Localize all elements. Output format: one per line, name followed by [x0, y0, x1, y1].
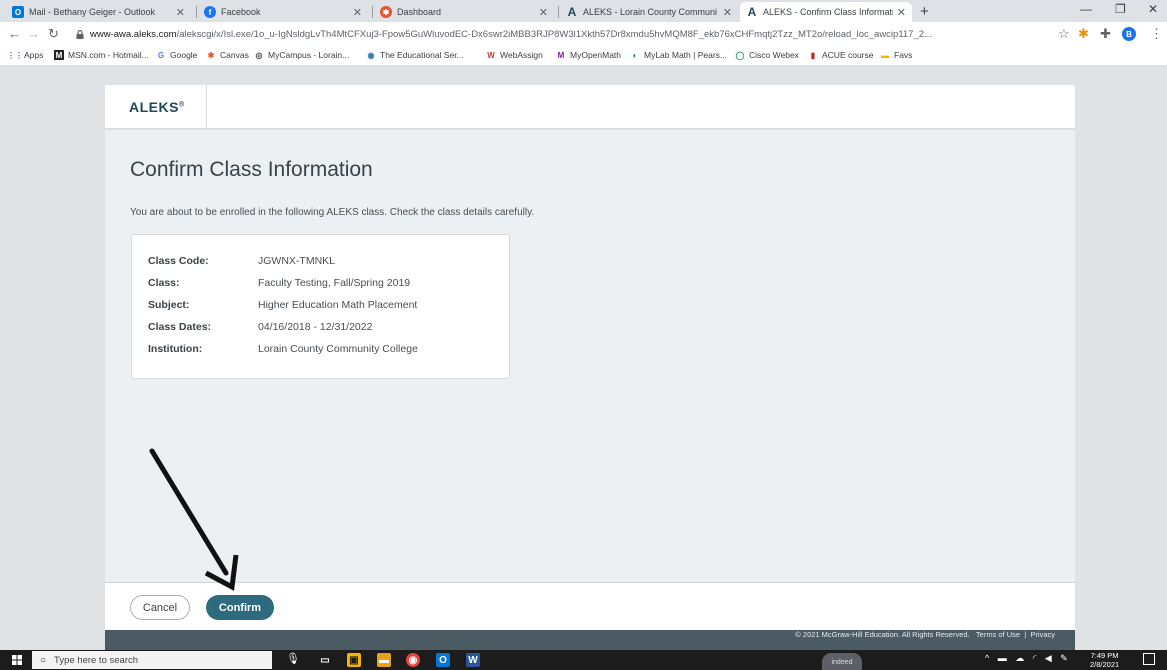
mylab-icon: ◐	[632, 50, 638, 60]
microphone-icon[interactable]: 🎙	[286, 652, 300, 665]
mycampus-icon: ◎	[255, 50, 263, 60]
bookmark-favs[interactable]: ▬ Favs	[880, 50, 912, 60]
copyright-bar: © 2021 McGraw-Hill Education. All Rights…	[105, 630, 1075, 650]
close-tab-icon[interactable]: ✕	[176, 6, 185, 19]
facebook-icon: f	[204, 6, 216, 18]
file-explorer-icon[interactable]: ▬	[377, 653, 391, 667]
page-title: Confirm Class Information	[130, 158, 373, 181]
bookmark-canvas[interactable]: ✱ Canvas	[206, 50, 249, 60]
outlook-taskbar-icon[interactable]: O	[436, 653, 450, 667]
bookmark-webex[interactable]: ◯ Cisco Webex	[735, 50, 799, 60]
header-divider	[206, 85, 207, 129]
address-bar[interactable]: www-awa.aleks.com/alekscgi/x/Isl.exe/1o_…	[76, 25, 1046, 43]
back-icon[interactable]: ←	[8, 26, 21, 41]
forward-icon[interactable]: →	[27, 26, 40, 41]
bookmark-acue[interactable]: ▮ ACUE course	[808, 50, 874, 60]
close-tab-icon[interactable]: ✕	[723, 6, 732, 19]
notification-icon[interactable]	[1143, 653, 1155, 665]
bookmark-apps[interactable]: ⋮⋮ Apps	[7, 50, 43, 60]
copyright-text: © 2021 McGraw-Hill Education. All Rights…	[795, 630, 1055, 639]
tab-separator	[558, 6, 559, 18]
confirm-button[interactable]: Confirm	[206, 595, 274, 620]
tab-facebook[interactable]: f Facebook ✕	[198, 2, 368, 22]
acue-icon: ▮	[810, 50, 816, 60]
folder-icon: ▬	[881, 50, 889, 60]
profile-avatar[interactable]: B	[1122, 27, 1136, 41]
privacy-link[interactable]: Privacy	[1030, 630, 1055, 639]
bookmark-star-icon[interactable]: ☆	[1058, 26, 1070, 42]
system-clock[interactable]: 7:49 PM 2/8/2021	[1090, 651, 1119, 669]
reload-icon[interactable]: ↻	[48, 26, 59, 42]
tab-separator	[372, 6, 373, 18]
store-icon[interactable]: ▣	[347, 653, 361, 667]
extension-icon[interactable]: ✱	[1078, 26, 1089, 42]
bookmark-myopenmath[interactable]: M MyOpenMath	[556, 50, 621, 60]
action-footer: Cancel Confirm	[105, 582, 1075, 630]
browser-toolbar: ← → ↻ www-awa.aleks.com/alekscgi/x/Isl.e…	[0, 22, 1167, 46]
aleks-icon: A	[747, 5, 757, 19]
indeed-widget[interactable]: indeed	[822, 653, 862, 670]
extensions-puzzle-icon[interactable]: ✚	[1100, 26, 1111, 42]
cancel-button[interactable]: Cancel	[130, 595, 190, 620]
bookmark-educational[interactable]: ◉ The Educational Ser...	[366, 50, 464, 60]
msn-icon: M	[54, 50, 64, 60]
canvas-icon: ✱	[207, 50, 215, 60]
bookmark-google[interactable]: G Google	[156, 50, 198, 60]
webassign-icon: W	[487, 50, 495, 60]
maximize-icon[interactable]: ❐	[1115, 2, 1126, 16]
tab-aleks-lorain[interactable]: A ALEKS - Lorain County Communi ✕	[560, 2, 738, 22]
bookmark-msn[interactable]: M MSN.com - Hotmail...	[54, 50, 149, 60]
close-tab-icon[interactable]: ✕	[353, 6, 362, 19]
chrome-icon[interactable]: ◉	[406, 653, 420, 667]
word-icon[interactable]: W	[466, 653, 480, 667]
close-tab-icon[interactable]: ✕	[539, 6, 548, 19]
search-icon: ○	[40, 654, 47, 666]
bookmark-mylab[interactable]: ◐ MyLab Math | Pears...	[630, 50, 727, 60]
windows-taskbar: ○ Type here to search 🎙 ▭ ▣ ▬ ◉ O W inde…	[0, 650, 1167, 670]
close-tab-icon[interactable]: ✕	[897, 6, 906, 19]
aleks-header: ALEKS®	[105, 85, 1075, 129]
terms-of-use-link[interactable]: Terms of Use	[976, 630, 1020, 639]
outlook-icon: O	[12, 6, 24, 18]
bookmarks-bar: ⋮⋮ Apps M MSN.com - Hotmail... G Google ✱ Ca…	[0, 46, 1167, 66]
google-icon: G	[157, 50, 165, 60]
myopenmath-icon: M	[557, 50, 565, 60]
class-details-card: Class Code: JGWNX-TMNKL Class: Faculty T…	[131, 234, 510, 379]
annotation-arrow-icon	[149, 448, 239, 591]
task-view-icon[interactable]: ▭	[318, 653, 332, 667]
main-content: Confirm Class Information You are about …	[105, 130, 1075, 582]
browser-tab-strip: O Mail - Bethany Geiger - Outlook ✕ f Fa…	[0, 0, 1167, 22]
aleks-logo: ALEKS®	[129, 99, 185, 115]
windows-start-icon[interactable]	[12, 655, 22, 665]
canvas-icon: ✱	[380, 6, 392, 18]
intro-text: You are about to be enrolled in the foll…	[130, 207, 535, 218]
minimize-icon[interactable]: —	[1080, 2, 1092, 16]
lock-icon	[76, 29, 84, 39]
taskbar-search-box[interactable]: ○ Type here to search 🎙	[32, 651, 300, 669]
webex-icon: ◯	[735, 50, 745, 60]
bookmark-webassign[interactable]: W WebAssign	[486, 50, 543, 60]
educational-service-icon: ◉	[367, 50, 375, 60]
tab-outlook-mail[interactable]: O Mail - Bethany Geiger - Outlook ✕	[6, 2, 191, 22]
apps-grid-icon: ⋮⋮	[7, 50, 23, 60]
system-tray[interactable]: ^ ▬ ☁ ◜ ◀ ✎	[985, 653, 1071, 664]
close-window-icon[interactable]: ✕	[1148, 2, 1158, 16]
tab-separator	[196, 6, 197, 18]
new-tab-button[interactable]: +	[920, 3, 929, 20]
bookmark-mycampus[interactable]: ◎ MyCampus - Lorain...	[254, 50, 350, 60]
menu-icon[interactable]: ⋮	[1150, 26, 1163, 42]
tab-dashboard[interactable]: ✱ Dashboard ✕	[374, 2, 554, 22]
tab-aleks-confirm[interactable]: A ALEKS - Confirm Class Informatio ✕	[740, 2, 912, 22]
aleks-icon: A	[567, 5, 577, 19]
